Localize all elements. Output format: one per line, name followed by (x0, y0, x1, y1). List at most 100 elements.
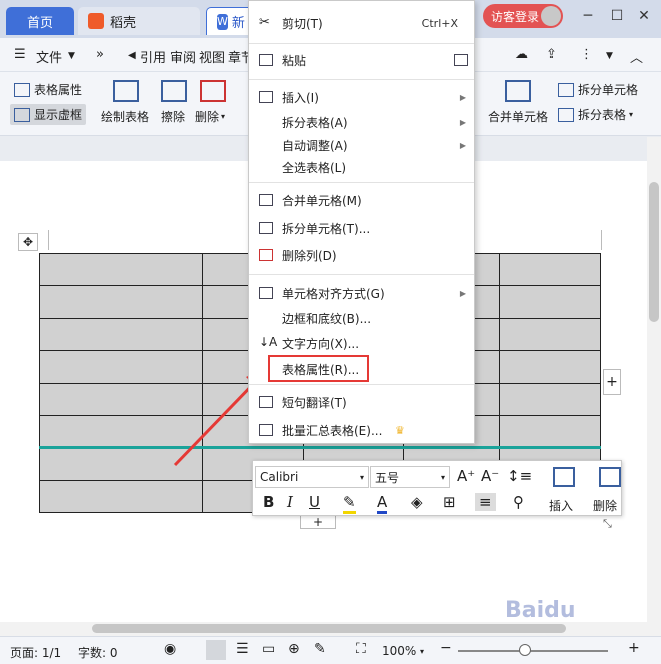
share-icon[interactable]: ⇪ (546, 47, 557, 62)
line-spacing-icon[interactable]: ↕≡ (507, 467, 532, 485)
merge-cells-label: 合并单元格(M) (282, 193, 362, 208)
tab-document[interactable]: W新 (206, 7, 254, 35)
vertical-scroll-thumb[interactable] (649, 182, 659, 322)
cell-alignment-label: 单元格对齐方式(G) (282, 286, 385, 301)
menu-item-cut[interactable]: 剪切(T) Ctrl+X ✂ (249, 12, 474, 34)
split-cells-icon (259, 222, 273, 234)
highlight-color-icon[interactable]: ✎ (343, 493, 356, 514)
chevron-down-icon[interactable]: ▾ (420, 647, 424, 656)
maximize-icon[interactable]: ☐ (607, 6, 627, 26)
page-view-icon[interactable] (206, 640, 226, 660)
menu-item-cell-alignment[interactable]: 单元格对齐方式(G) ▶ (249, 282, 474, 304)
merge-cells-icon (259, 194, 273, 206)
fit-icon[interactable]: ⛶ (356, 641, 366, 657)
outline-view-icon[interactable]: ☰ (236, 641, 249, 657)
zoom-slider-thumb[interactable] (519, 644, 531, 656)
paste-options-icon[interactable] (454, 54, 468, 66)
split-table-label: 拆分表格(A) (282, 115, 348, 130)
chevron-down-icon[interactable]: ▼ (68, 51, 75, 61)
minimize-icon[interactable]: ─ (578, 6, 598, 26)
font-color-icon[interactable]: A (377, 493, 388, 514)
mini-delete-button[interactable]: 删除 (593, 497, 617, 514)
menu-item-batch-summary[interactable]: 批量汇总表格(E)... ♛ (249, 419, 474, 441)
delete-column-label: 删除列(D) (282, 248, 337, 263)
format-painter-icon[interactable]: ⚲ (513, 493, 524, 511)
word-count: 字数: 0 (78, 646, 118, 660)
resize-table-icon[interactable]: ⤡ (603, 517, 621, 533)
font-size-select[interactable]: 五号 ▾ (370, 466, 450, 488)
menu-item-paste[interactable]: 粘贴 (249, 49, 474, 71)
delete-table-icon (200, 80, 226, 102)
add-row-icon[interactable]: + (300, 515, 336, 529)
align-icon[interactable]: ≡ (475, 493, 496, 511)
menu-item-auto-fit[interactable]: 自动调整(A) ▶ (249, 134, 474, 156)
menu-item-split-table[interactable]: 拆分表格(A) ▶ (249, 111, 474, 133)
menu-review[interactable]: 审阅 (170, 47, 196, 66)
eraser-icon (161, 80, 187, 102)
split-cells-button[interactable]: 拆分单元格 (558, 81, 638, 98)
zoom-level[interactable]: 100% (382, 644, 416, 658)
mini-toolbar: Calibri ▾ 五号 ▾ A⁺ A⁻ ↕≡ B I U ✎ A ◈ ⊞ ≡ ⚲ … (252, 460, 622, 516)
batch-summary-label: 批量汇总表格(E)... (282, 423, 383, 438)
read-view-icon[interactable]: ▭ (262, 641, 275, 657)
menu-item-borders[interactable]: 边框和底纹(B)... (249, 307, 474, 329)
shrink-font-icon[interactable]: A⁻ (481, 467, 499, 485)
delete-column-icon (259, 249, 273, 261)
cut-label: 剪切(T) (282, 16, 323, 31)
grid-icon (14, 107, 30, 122)
zoom-slider[interactable] (458, 650, 608, 652)
font-family-select[interactable]: Calibri ▾ (255, 466, 369, 488)
menu-item-split-cells[interactable]: 拆分单元格(T)... (249, 217, 474, 239)
collapse-ribbon-icon[interactable]: ︿ (630, 47, 643, 66)
zoom-out-icon[interactable]: − (440, 640, 452, 656)
tab-docer[interactable]: 稻壳 (78, 7, 200, 35)
draw-table-button[interactable]: 绘制表格 (101, 108, 149, 125)
close-icon[interactable]: ✕ (634, 6, 654, 26)
menu-item-insert[interactable]: 插入(I) ▶ (249, 86, 474, 108)
write-view-icon[interactable]: ✎ (314, 641, 326, 657)
zoom-in-icon[interactable]: + (628, 640, 640, 656)
cloud-icon[interactable]: ☁ (515, 47, 528, 62)
table-move-handle-icon[interactable]: ✥ (18, 233, 38, 251)
merge-cells-icon (505, 80, 531, 102)
split-table-button[interactable]: 拆分表格 ▾ (558, 106, 633, 123)
shading-icon[interactable]: ◈ (411, 493, 423, 511)
tab-home[interactable]: 首页 (6, 7, 74, 35)
table-props-button[interactable]: 表格属性 (14, 81, 82, 98)
more-options-icon[interactable]: ⋮ (580, 47, 593, 62)
menu-references[interactable]: 引用 (140, 47, 166, 66)
mini-delete-label: 删除 (593, 499, 618, 513)
delete-button[interactable]: 删除 ▾ (195, 108, 225, 125)
border-icon[interactable]: ⊞ (443, 493, 456, 511)
chevron-down-icon[interactable]: ▼ (606, 51, 613, 61)
cut-shortcut: Ctrl+X (421, 16, 458, 30)
hamburger-icon[interactable]: ☰ (14, 47, 26, 62)
italic-icon[interactable]: I (287, 493, 293, 511)
merge-cells-button[interactable]: 合并单元格 (488, 108, 548, 125)
menu-item-text-direction[interactable]: ↓A 文字方向(X)... (249, 332, 474, 354)
chevron-right-icon: ▶ (459, 140, 466, 150)
menu-file[interactable]: 文件 (36, 47, 62, 66)
mini-insert-button[interactable]: 插入 (549, 497, 573, 514)
menu-item-delete-column[interactable]: 删除列(D) (249, 244, 474, 266)
more-icon[interactable]: » (96, 47, 104, 62)
show-grid-button[interactable]: 显示虚框 (10, 104, 87, 125)
menu-view[interactable]: 视图 (199, 47, 225, 66)
menu-item-select-table[interactable]: 全选表格(L) (249, 156, 474, 178)
add-column-icon[interactable]: + (603, 369, 621, 395)
login-button[interactable]: 访客登录 (483, 4, 563, 28)
show-grid-label: 显示虚框 (34, 108, 83, 122)
web-view-icon[interactable]: ⊕ (288, 641, 300, 657)
tab-docer-label: 稻壳 (110, 15, 137, 31)
eye-icon[interactable]: ◉ (164, 641, 176, 657)
bold-icon[interactable]: B (263, 493, 274, 511)
horizontal-scroll-thumb[interactable] (92, 624, 566, 633)
grow-font-icon[interactable]: A⁺ (457, 467, 475, 485)
eraser-button[interactable]: 擦除 (161, 108, 185, 125)
menu-item-translate[interactable]: 短句翻译(T) (249, 391, 474, 413)
underline-icon[interactable]: U (309, 493, 320, 511)
menu-item-merge-cells[interactable]: 合并单元格(M) (249, 189, 474, 211)
tab-document-label: 新 (231, 16, 245, 31)
chevron-right-icon: ▶ (459, 92, 466, 102)
scroll-left-icon[interactable]: ◀ (128, 50, 136, 61)
